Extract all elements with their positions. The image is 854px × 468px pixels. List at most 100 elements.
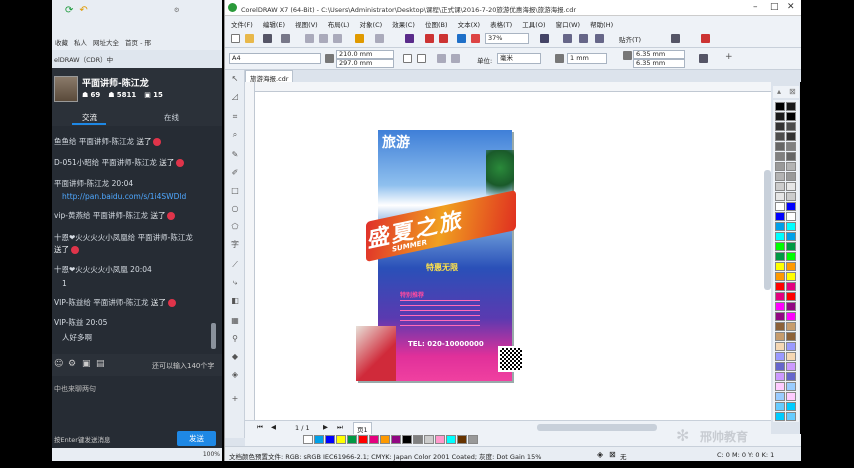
- minimize-icon[interactable]: –: [753, 2, 758, 12]
- rulers-icon[interactable]: [579, 34, 588, 43]
- palette-swatch[interactable]: [786, 352, 796, 361]
- document-swatch[interactable]: [413, 435, 423, 444]
- menu-help[interactable]: 帮助(H): [590, 21, 613, 29]
- palette-swatch[interactable]: [775, 362, 785, 371]
- tab-document[interactable]: 旅游海报.cdr: [245, 70, 294, 83]
- document-swatch[interactable]: [446, 435, 456, 444]
- palette-swatch[interactable]: [775, 292, 785, 301]
- fill-icon[interactable]: ◈: [597, 450, 603, 459]
- palette-swatch[interactable]: [786, 262, 796, 271]
- menu-bitmap[interactable]: 位图(B): [425, 21, 448, 29]
- prev-page-icon[interactable]: ◀: [271, 423, 276, 431]
- palette-swatch[interactable]: [786, 312, 796, 321]
- nudge-input[interactable]: 1 mm: [567, 53, 607, 64]
- palette-swatch[interactable]: [775, 242, 785, 251]
- palette-swatch[interactable]: [775, 182, 785, 191]
- palette-swatch[interactable]: [775, 212, 785, 221]
- tab-chat[interactable]: 交流: [82, 112, 97, 123]
- print-icon[interactable]: [281, 34, 290, 43]
- page-size-select[interactable]: A4: [229, 53, 321, 64]
- grid-icon[interactable]: [595, 34, 604, 43]
- palette-swatch[interactable]: [775, 232, 785, 241]
- chat-scrollbar[interactable]: [211, 323, 216, 349]
- menu-file[interactable]: 文件(F): [231, 21, 253, 29]
- document-swatch[interactable]: [457, 435, 467, 444]
- message-input[interactable]: 中也来聊两句: [52, 376, 222, 428]
- palette-swatch[interactable]: [786, 302, 796, 311]
- undo-icon[interactable]: [355, 34, 364, 43]
- document-swatch[interactable]: [391, 435, 401, 444]
- document-swatch[interactable]: [435, 435, 445, 444]
- gift-icon[interactable]: ▤: [96, 359, 105, 369]
- settings-icon[interactable]: ⚙: [68, 359, 76, 369]
- fill-tool-icon[interactable]: ◆: [230, 352, 240, 362]
- launch-icon[interactable]: [701, 34, 710, 43]
- chevron-up-icon[interactable]: ▴: [777, 87, 781, 96]
- palette-swatch[interactable]: [786, 402, 796, 411]
- open-icon[interactable]: [245, 34, 254, 43]
- menu-view[interactable]: 视图(V): [295, 21, 318, 29]
- text-tool-icon[interactable]: 字: [230, 240, 240, 250]
- palette-swatch[interactable]: [786, 242, 796, 251]
- vertical-ruler[interactable]: [245, 82, 255, 420]
- ellipse-tool-icon[interactable]: ○: [230, 204, 240, 214]
- current-page-icon[interactable]: [451, 54, 460, 63]
- refresh-icon[interactable]: ⟳: [65, 5, 73, 16]
- zoom-level[interactable]: 100%: [203, 451, 220, 458]
- document-swatch[interactable]: [325, 435, 335, 444]
- avatar[interactable]: [54, 76, 78, 102]
- palette-swatch[interactable]: [786, 272, 796, 281]
- vertical-scrollbar[interactable]: [764, 170, 771, 290]
- document-swatch[interactable]: [303, 435, 313, 444]
- palette-swatch[interactable]: [775, 342, 785, 351]
- menu-window[interactable]: 窗口(W): [556, 21, 581, 29]
- color-profile-status[interactable]: 文档颜色预置文件: RGB: sRGB IEC61966-2.1; CMYK: …: [229, 451, 541, 461]
- horizontal-scrollbar[interactable]: [537, 424, 657, 431]
- save-icon[interactable]: [263, 34, 272, 43]
- document-swatch[interactable]: [347, 435, 357, 444]
- palette-swatch[interactable]: [786, 292, 796, 301]
- new-icon[interactable]: [231, 34, 240, 43]
- crop-tool-icon[interactable]: ⌗: [230, 112, 240, 122]
- palette-swatch[interactable]: [786, 322, 796, 331]
- transparency-tool-icon[interactable]: ▦: [230, 316, 240, 326]
- palette-swatch[interactable]: [775, 102, 785, 111]
- maximize-icon[interactable]: □: [770, 2, 779, 12]
- palette-swatch[interactable]: [775, 312, 785, 321]
- image-icon[interactable]: ▣: [82, 359, 91, 369]
- snap-menu[interactable]: 贴齐(T): [619, 34, 641, 44]
- palette-swatch[interactable]: [775, 252, 785, 261]
- send-button[interactable]: 发送: [177, 431, 216, 446]
- emoji-icon[interactable]: ☺: [54, 359, 63, 369]
- palette-swatch[interactable]: [775, 112, 785, 121]
- all-pages-icon[interactable]: [437, 54, 446, 63]
- landscape-icon[interactable]: [417, 54, 426, 63]
- palette-swatch[interactable]: [775, 172, 785, 181]
- document-swatch[interactable]: [314, 435, 324, 444]
- browser-tab[interactable]: elDRAW（CDR）中: [52, 50, 222, 68]
- redo-icon[interactable]: [375, 34, 384, 43]
- add-tool-icon[interactable]: +: [230, 394, 240, 404]
- palette-swatch[interactable]: [786, 372, 796, 381]
- cut-icon[interactable]: [305, 34, 314, 43]
- palette-swatch[interactable]: [786, 122, 796, 131]
- next-page-icon[interactable]: ▶: [323, 423, 328, 431]
- document-swatch[interactable]: [369, 435, 379, 444]
- rectangle-tool-icon[interactable]: □: [230, 186, 240, 196]
- copy-icon[interactable]: [319, 34, 328, 43]
- export-icon[interactable]: [439, 34, 448, 43]
- duplicate-x-input[interactable]: 6.35 mm: [633, 50, 685, 59]
- duplicate-y-input[interactable]: 6.35 mm: [633, 59, 685, 68]
- palette-swatch[interactable]: [786, 342, 796, 351]
- palette-swatch[interactable]: [775, 282, 785, 291]
- palette-swatch[interactable]: [786, 382, 796, 391]
- first-page-icon[interactable]: ⏮: [257, 423, 263, 432]
- zoom-tool-icon[interactable]: ⌕: [230, 130, 240, 140]
- tab-online[interactable]: 在线: [164, 112, 179, 123]
- palette-swatch[interactable]: [786, 392, 796, 401]
- shape-tool-icon[interactable]: ◿: [230, 92, 240, 102]
- palette-swatch[interactable]: [775, 352, 785, 361]
- document-swatch[interactable]: [402, 435, 412, 444]
- palette-swatch[interactable]: [786, 222, 796, 231]
- menu-object[interactable]: 对象(C): [360, 21, 383, 29]
